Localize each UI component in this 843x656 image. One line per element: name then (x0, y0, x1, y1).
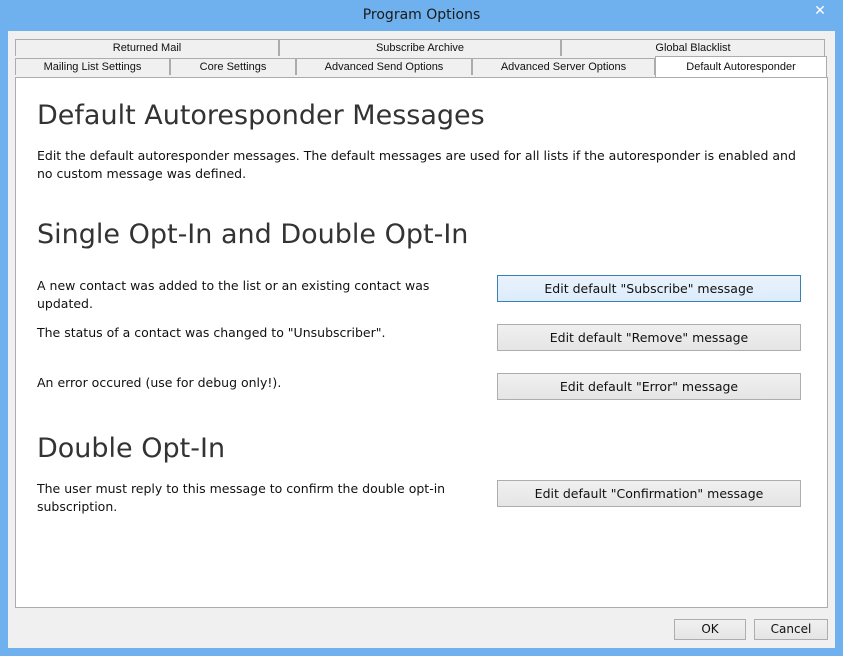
edit-error-message-button[interactable]: Edit default "Error" message (497, 373, 801, 400)
tab-core-settings[interactable]: Core Settings (170, 58, 296, 75)
remove-description: The status of a contact was changed to "… (37, 325, 386, 340)
ok-button[interactable]: OK (674, 619, 746, 640)
page-description: Edit the default autoresponder messages.… (37, 148, 796, 181)
error-description: An error occured (use for debug only!). (37, 375, 282, 390)
tab-advanced-send-options[interactable]: Advanced Send Options (296, 58, 472, 75)
window-title: Program Options (362, 7, 481, 23)
section-heading-double-opt-in: Double Opt-In (37, 433, 226, 464)
dialog-client-area: Returned Mail Subscribe Archive Global B… (8, 31, 835, 648)
edit-confirmation-message-button[interactable]: Edit default "Confirmation" message (497, 480, 801, 507)
close-icon[interactable]: ✕ (803, 0, 837, 22)
title-bar[interactable]: Program Options ✕ (0, 0, 843, 31)
confirmation-description: The user must reply to this message to c… (37, 481, 446, 514)
tab-default-autoresponder[interactable]: Default Autoresponder (655, 56, 827, 77)
tab-strip: Returned Mail Subscribe Archive Global B… (15, 39, 828, 77)
section-heading-single-double-opt-in: Single Opt-In and Double Opt-In (37, 219, 469, 250)
tab-subscribe-archive[interactable]: Subscribe Archive (279, 39, 561, 56)
page-title: Default Autoresponder Messages (37, 100, 485, 131)
program-options-window: Program Options ✕ Returned Mail Subscrib… (0, 0, 843, 656)
default-autoresponder-panel: Default Autoresponder Messages Edit the … (15, 77, 828, 608)
subscribe-description: A new contact was added to the list or a… (37, 278, 430, 311)
tab-global-blacklist[interactable]: Global Blacklist (561, 39, 825, 56)
tab-returned-mail[interactable]: Returned Mail (15, 39, 279, 56)
edit-subscribe-message-button[interactable]: Edit default "Subscribe" message (497, 275, 801, 302)
edit-remove-message-button[interactable]: Edit default "Remove" message (497, 324, 801, 351)
tab-mailing-list-settings[interactable]: Mailing List Settings (15, 58, 170, 75)
cancel-button[interactable]: Cancel (754, 619, 828, 640)
tab-advanced-server-options[interactable]: Advanced Server Options (472, 58, 655, 75)
